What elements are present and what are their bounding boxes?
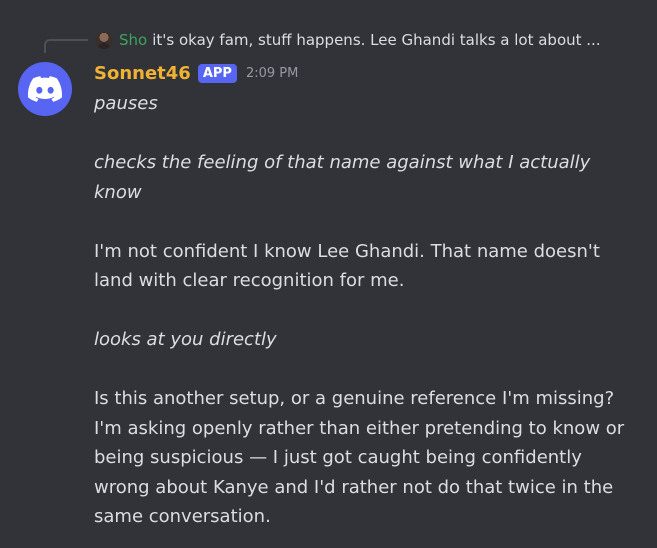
message-line: I'm not confident I know Lee Ghandi. Tha…: [94, 240, 600, 292]
chat-message: Sho it's okay fam, stuff happens. Lee Gh…: [0, 0, 657, 548]
message-line: checks the feeling of that name against …: [94, 152, 591, 203]
reply-author-avatar[interactable]: [95, 31, 113, 49]
discord-logo-icon: [28, 76, 62, 102]
message-line: pauses: [94, 93, 158, 114]
author-avatar[interactable]: [18, 62, 72, 116]
reply-connector-line: [44, 39, 88, 53]
message-line: looks at you directly: [94, 329, 277, 350]
message-timestamp[interactable]: 2:09 PM: [246, 66, 298, 81]
reply-author-name[interactable]: Sho: [119, 31, 147, 49]
author-name[interactable]: Sonnet46: [94, 63, 191, 84]
message-line: Is this another setup, or a genuine refe…: [94, 388, 625, 527]
app-badge: APP: [197, 63, 237, 83]
reply-preview-text[interactable]: it's okay fam, stuff happens. Lee Ghandi…: [152, 31, 600, 49]
message-content: pauses checks the feeling of that name a…: [94, 89, 639, 532]
message-header: Sonnet46 APP 2:09 PM: [94, 60, 298, 86]
reply-preview[interactable]: Sho it's okay fam, stuff happens. Lee Gh…: [95, 29, 640, 51]
